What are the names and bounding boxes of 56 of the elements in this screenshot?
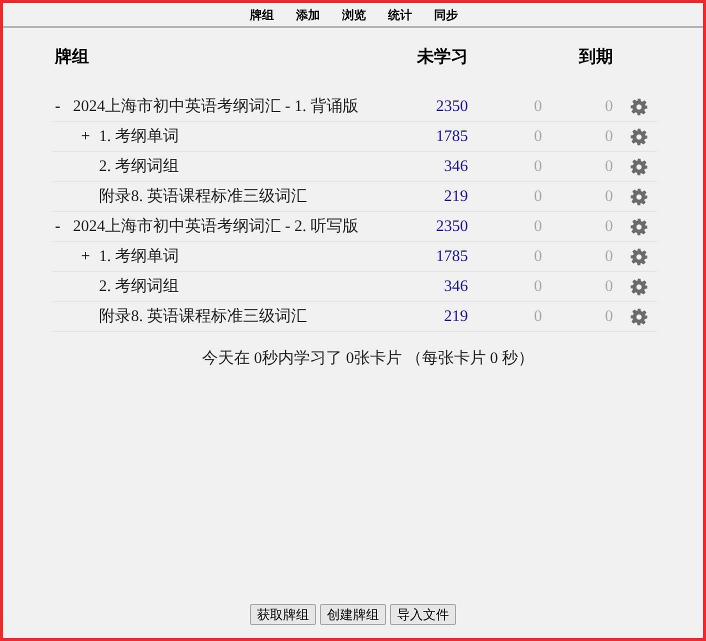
toolbar-link[interactable]: 浏览 bbox=[342, 6, 366, 24]
settings-icon[interactable] bbox=[630, 188, 648, 206]
new-count: 2350 bbox=[436, 218, 468, 234]
study-summary: 今天在 0秒内学习了 0张卡片 （每张卡片 0 秒） bbox=[201, 348, 534, 369]
toolbar-link[interactable]: 统计 bbox=[388, 6, 412, 24]
settings-icon[interactable] bbox=[630, 278, 648, 296]
new-count: 346 bbox=[444, 158, 468, 174]
due-count: 0 bbox=[605, 248, 613, 264]
action-button[interactable]: 创建牌组 bbox=[320, 604, 386, 625]
new-count: 1785 bbox=[436, 128, 468, 144]
learn-count: 0 bbox=[534, 158, 542, 174]
deck-name[interactable]: 1. 考纲单词 bbox=[99, 244, 179, 268]
learn-count: 0 bbox=[534, 248, 542, 264]
due-count: 0 bbox=[605, 128, 613, 144]
deck-name[interactable]: 附录8. 英语课程标准三级词汇 bbox=[99, 184, 307, 208]
learn-count: 0 bbox=[534, 218, 542, 234]
action-button[interactable]: 获取牌组 bbox=[250, 604, 316, 625]
settings-icon[interactable] bbox=[630, 128, 648, 146]
new-count: 219 bbox=[444, 308, 468, 324]
learn-count: 0 bbox=[534, 308, 542, 324]
due-count: 0 bbox=[605, 158, 613, 174]
settings-icon[interactable] bbox=[630, 158, 648, 176]
column-header: 牌组 bbox=[54, 46, 90, 68]
learn-count: 0 bbox=[534, 188, 542, 204]
new-count: 219 bbox=[444, 188, 468, 204]
due-count: 0 bbox=[605, 98, 613, 114]
column-header: 未学习 bbox=[416, 46, 468, 68]
new-count: 1785 bbox=[436, 248, 468, 264]
due-count: 0 bbox=[605, 188, 613, 204]
settings-icon[interactable] bbox=[630, 218, 648, 236]
toolbar-link[interactable]: 添加 bbox=[296, 6, 320, 24]
deck-name[interactable]: 2. 考纲词组 bbox=[99, 154, 179, 178]
collapse-toggle[interactable]: - bbox=[55, 94, 73, 118]
expand-toggle[interactable]: + bbox=[81, 244, 99, 268]
due-count: 0 bbox=[605, 308, 613, 324]
learn-count: 0 bbox=[534, 128, 542, 144]
toolbar-link[interactable]: 牌组 bbox=[250, 6, 274, 24]
new-count: 346 bbox=[444, 278, 468, 294]
settings-icon[interactable] bbox=[630, 248, 648, 266]
deck-name[interactable]: 1. 考纲单词 bbox=[99, 124, 179, 148]
deck-name[interactable]: 附录8. 英语课程标准三级词汇 bbox=[99, 304, 307, 328]
column-header: 到期 bbox=[578, 46, 613, 68]
deck-name[interactable]: 2024上海市初中英语考纲词汇 - 2. 听写版 bbox=[73, 214, 358, 238]
due-count: 0 bbox=[605, 218, 613, 234]
deck-name[interactable]: 2024上海市初中英语考纲词汇 - 1. 背诵版 bbox=[73, 94, 358, 118]
collapse-toggle[interactable]: - bbox=[55, 214, 73, 238]
settings-icon[interactable] bbox=[630, 308, 648, 326]
settings-icon[interactable] bbox=[630, 98, 648, 116]
due-count: 0 bbox=[605, 278, 613, 294]
action-button[interactable]: 导入文件 bbox=[390, 604, 456, 625]
learn-count: 0 bbox=[534, 98, 542, 114]
expand-toggle[interactable]: + bbox=[81, 124, 99, 148]
deck-name[interactable]: 2. 考纲词组 bbox=[99, 274, 179, 298]
toolbar-link[interactable]: 同步 bbox=[434, 6, 458, 24]
new-count: 2350 bbox=[436, 98, 468, 114]
learn-count: 0 bbox=[534, 278, 542, 294]
